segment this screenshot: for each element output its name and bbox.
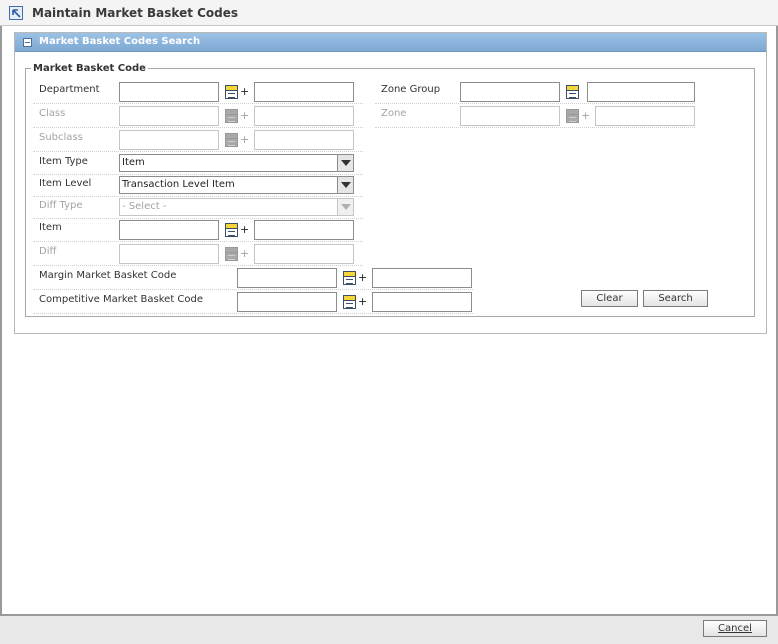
row-divider [33,313,473,314]
zone-group-description [587,82,695,102]
item-input[interactable] [119,220,219,240]
row-divider [33,174,363,175]
item-level-select[interactable]: Transaction Level Item [119,176,354,194]
row-divider [33,196,363,197]
competitive-mbc-lov-icon[interactable] [343,295,356,309]
margin-mbc-label: Margin Market Basket Code [39,270,177,281]
plus-icon: + [581,109,591,122]
subclass-description [254,130,354,150]
competitive-mbc-description [372,292,472,312]
row-divider [33,289,473,290]
department-description [254,82,354,102]
margin-mbc-lov-icon[interactable] [343,271,356,285]
footer-bar [0,616,778,644]
item-type-label: Item Type [39,156,88,167]
plus-icon: + [358,271,368,284]
row-divider [375,127,695,128]
page-title: Maintain Market Basket Codes [32,6,239,20]
row-divider [33,151,363,152]
department-lov-icon[interactable] [225,85,238,99]
row-divider [33,127,363,128]
chevron-down-icon [337,199,353,215]
plus-icon: + [240,109,250,122]
zone-group-lov-icon[interactable] [566,85,579,99]
row-divider [33,265,363,266]
item-label: Item [39,222,62,233]
diff-label: Diff [39,246,57,257]
zone-label: Zone [381,108,407,119]
class-input [119,106,219,126]
row-divider [33,241,363,242]
item-type-value: Item [122,157,145,168]
plus-icon: + [240,223,250,236]
panel-title: Market Basket Codes Search [39,36,201,47]
item-lov-icon[interactable] [225,223,238,237]
collapse-icon[interactable] [23,38,32,47]
cancel-button[interactable]: Cancel [703,620,767,637]
class-lov-icon [225,109,238,123]
chevron-down-icon[interactable] [337,155,353,171]
diff-type-label: Diff Type [39,200,83,211]
plus-icon: + [240,247,250,260]
class-description [254,106,354,126]
department-label: Department [39,84,100,95]
item-type-select[interactable]: Item [119,154,354,172]
search-button[interactable]: Search [643,290,708,307]
department-input[interactable] [119,82,219,102]
diff-input [119,244,219,264]
subclass-lov-icon [225,133,238,147]
zone-lov-icon [566,109,579,123]
margin-mbc-input[interactable] [237,268,337,288]
diff-type-select: - Select - [119,198,354,216]
plus-icon: + [240,133,250,146]
zone-group-input[interactable] [460,82,560,102]
row-divider [33,218,363,219]
clear-button[interactable]: Clear [581,290,638,307]
item-description [254,220,354,240]
competitive-mbc-input[interactable] [237,292,337,312]
competitive-mbc-label: Competitive Market Basket Code [39,294,204,305]
plus-icon: + [358,295,368,308]
cancel-button-label: Cancel [718,623,752,634]
back-arrow-icon[interactable] [9,6,23,20]
subclass-input [119,130,219,150]
row-divider [33,103,363,104]
zone-description [595,106,695,126]
subclass-label: Subclass [39,132,83,143]
margin-mbc-description [372,268,472,288]
fieldset-legend: Market Basket Code [31,63,148,74]
class-label: Class [39,108,66,119]
diff-lov-icon [225,247,238,261]
plus-icon: + [240,85,250,98]
zone-group-label: Zone Group [381,84,441,95]
item-level-label: Item Level [39,178,92,189]
zone-input [460,106,560,126]
diff-type-value: - Select - [122,201,167,212]
row-divider [375,103,695,104]
chevron-down-icon[interactable] [337,177,353,193]
item-level-value: Transaction Level Item [122,179,235,190]
diff-description [254,244,354,264]
